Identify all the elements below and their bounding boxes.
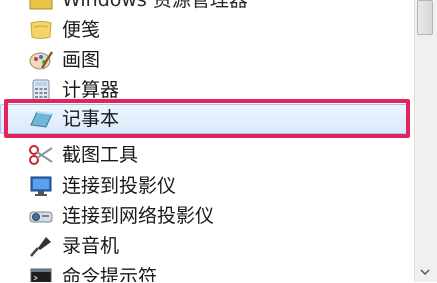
- list-item-sticky-notes[interactable]: 便笺: [0, 14, 412, 46]
- list-item-command-prompt[interactable]: 命令提示符: [0, 261, 412, 282]
- list-item-snipping-tool[interactable]: 截图工具: [0, 139, 412, 171]
- list-item-label: 画图: [62, 49, 101, 71]
- list-item-label: Windows 资源管理器: [62, 0, 248, 11]
- list-item-label: 录音机: [62, 235, 120, 257]
- list-item-label: 连接到投影仪: [62, 175, 177, 197]
- annotation-highlight-box: [4, 99, 410, 138]
- command-prompt-icon: [28, 265, 54, 282]
- sticky-note-icon: [28, 18, 54, 42]
- microphone-icon: [28, 234, 54, 258]
- list-item-paint[interactable]: 画图: [0, 44, 412, 76]
- list-item-connect-projector[interactable]: 连接到投影仪: [0, 170, 412, 202]
- list-item-label: 便笺: [62, 19, 101, 41]
- monitor-icon: [28, 174, 54, 198]
- scrollbar-thumb[interactable]: [417, 0, 433, 35]
- folder-icon: [28, 0, 54, 12]
- list-item-label: 连接到网络投影仪: [62, 205, 215, 227]
- list-item-label: 截图工具: [62, 144, 139, 166]
- list-item-sound-recorder[interactable]: 录音机: [0, 230, 412, 262]
- paint-icon: [28, 48, 54, 72]
- vertical-scrollbar[interactable]: [414, 0, 437, 282]
- accessories-list: Windows 资源管理器 便笺 画图 计算器 记事本 截图工具 连接到投影仪 …: [0, 0, 412, 282]
- scroll-down-arrow-icon[interactable]: [417, 264, 433, 278]
- list-item-connect-network-projector[interactable]: 连接到网络投影仪: [0, 200, 412, 232]
- projector-icon: [28, 204, 54, 228]
- list-item-label: 命令提示符: [62, 266, 158, 282]
- scissors-icon: [28, 143, 54, 167]
